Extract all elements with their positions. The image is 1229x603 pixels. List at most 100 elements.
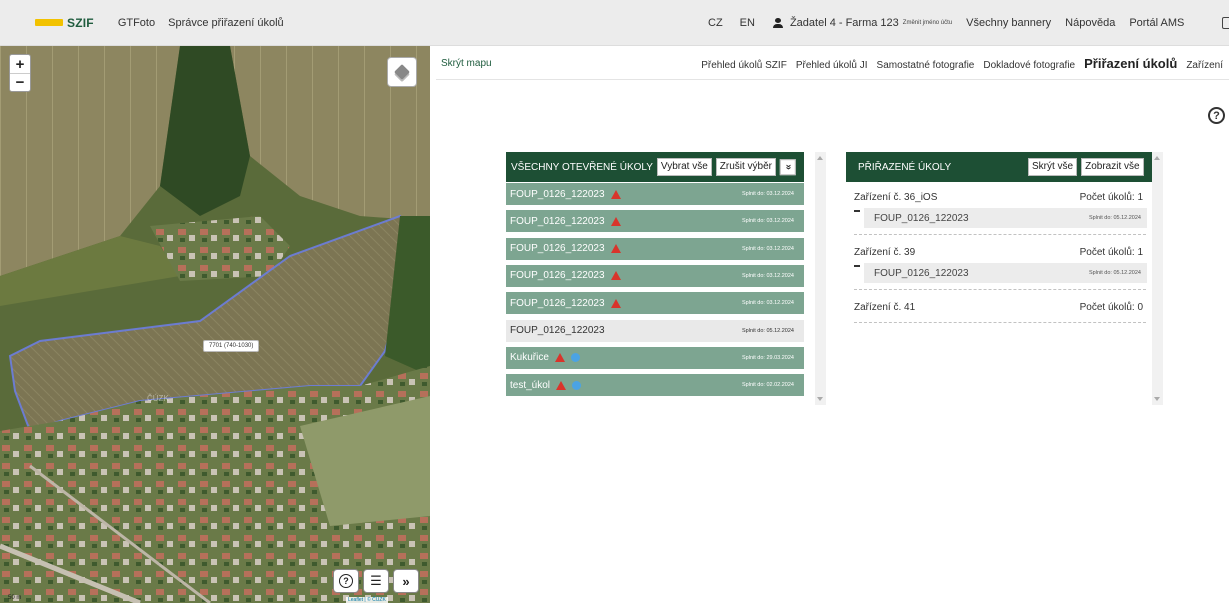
zoom-control: + − <box>9 54 31 92</box>
task-name: Kukuřice <box>510 352 549 364</box>
tab-task-assignment[interactable]: Přiřazení úkolů <box>1084 56 1177 71</box>
assigned-task-row[interactable]: FOUP_0126_122023 Splnit do: 05.12.2024 <box>864 263 1147 283</box>
scroll-up-icon[interactable] <box>817 156 823 160</box>
task-row[interactable]: FOUP_0126_122023 Splnit do: 03.12.2024 <box>506 183 804 205</box>
map-list-button[interactable]: ☰ <box>363 569 389 593</box>
map-controls: ? ☰ » <box>333 569 419 593</box>
map-help-button[interactable]: ? <box>333 569 359 593</box>
device-header[interactable]: Zařízení č. 41 Počet úkolů: 0 <box>854 302 1143 313</box>
help-link[interactable]: Nápověda <box>1065 17 1115 29</box>
tab-szif-tasks[interactable]: Přehled úkolů SZIF <box>701 60 787 71</box>
task-due-date: Splnit do: 29.03.2024 <box>742 354 794 361</box>
logo-bar-icon <box>35 19 63 26</box>
assigned-task-name: FOUP_0126_122023 <box>874 212 969 224</box>
lang-en[interactable]: EN <box>740 17 755 29</box>
nav-task-manager[interactable]: Správce přiřazení úkolů <box>168 17 284 29</box>
layers-icon <box>394 64 410 80</box>
device-separator <box>854 322 1146 323</box>
assigned-tasks-scrollbar[interactable] <box>1152 152 1163 405</box>
apps-icon[interactable] <box>1222 17 1229 29</box>
map-view[interactable] <box>0 46 430 603</box>
assigned-tasks-header: PŘIŘAZENÉ ÚKOLY Skrýt vše Zobrazit vše <box>846 152 1152 182</box>
map-watermark: ČÚZK <box>147 394 169 403</box>
task-name: FOUP_0126_122023 <box>510 270 605 282</box>
list-icon: ☰ <box>370 573 382 588</box>
hide-map-link[interactable]: Skrýt mapu <box>441 58 492 69</box>
task-name: FOUP_0126_122023 <box>510 215 605 227</box>
device-name: Zařízení č. 41 <box>854 302 916 313</box>
task-due-date: Splnit do: 03.12.2024 <box>742 245 794 252</box>
task-name: FOUP_0126_122023 <box>510 188 605 200</box>
layers-button[interactable] <box>387 57 417 87</box>
scroll-down-icon[interactable] <box>817 397 823 401</box>
sub-navigation: Přehled úkolů SZIF Přehled úkolů JI Samo… <box>701 56 1223 71</box>
scroll-up-icon[interactable] <box>1154 156 1160 160</box>
aerial-imagery <box>0 46 430 603</box>
task-name: test_úkol <box>510 379 551 391</box>
task-name: FOUP_0126_122023 <box>510 297 605 309</box>
open-tasks-title: VŠECHNY OTEVŘENÉ ÚKOLY <box>511 161 653 173</box>
warning-icon <box>554 353 565 363</box>
task-row[interactable]: test_úkol Splnit do: 02.02.2024 <box>506 374 804 397</box>
tab-standalone-photos[interactable]: Samostatné fotografie <box>877 60 975 71</box>
user-name: Žadatel 4 - Farma 123 <box>789 17 899 29</box>
device-task-count: Počet úkolů: 1 <box>1079 192 1143 203</box>
zoom-out-button[interactable]: − <box>10 73 30 91</box>
parcel-label[interactable]: 7701 (740-1030) <box>203 340 260 352</box>
device-header[interactable]: Zařízení č. 36_iOS Počet úkolů: 1 <box>854 192 1143 203</box>
tab-document-photos[interactable]: Dokladové fotografie <box>983 60 1075 71</box>
task-row[interactable]: FOUP_0126_122023 Splnit do: 05.12.2024 <box>506 319 804 342</box>
assigned-task-name: FOUP_0126_122023 <box>874 267 969 279</box>
device-name: Zařízení č. 39 <box>854 247 916 258</box>
device-task-count: Počet úkolů: 1 <box>1079 247 1143 258</box>
lang-cz[interactable]: CZ <box>708 17 723 29</box>
collapse-minus-icon[interactable] <box>854 210 860 212</box>
device-task-count: Počet úkolů: 0 <box>1079 302 1143 313</box>
device-separator <box>854 289 1146 290</box>
help-icon: ? <box>339 574 353 588</box>
task-row[interactable]: FOUP_0126_122023 Splnit do: 03.12.2024 <box>506 292 804 315</box>
open-tasks-header: VŠECHNY OTEVŘENÉ ÚKOLY Vybrat vše Zrušit… <box>506 152 804 182</box>
task-row[interactable]: FOUP_0126_122023 Splnit do: 03.12.2024 <box>506 264 804 287</box>
logo-text: SZIF <box>67 15 94 30</box>
task-row[interactable]: FOUP_0126_122023 Splnit do: 03.12.2024 <box>506 210 804 233</box>
device-name: Zařízení č. 36_iOS <box>854 192 938 203</box>
tab-ji-tasks[interactable]: Přehled úkolů JI <box>796 60 868 71</box>
info-icon[interactable] <box>572 380 582 390</box>
portal-ams-link[interactable]: Portál AMS <box>1129 17 1184 29</box>
task-name: FOUP_0126_122023 <box>510 325 605 336</box>
task-name: FOUP_0126_122023 <box>510 243 605 255</box>
assigned-tasks-title: PŘIŘAZENÉ ÚKOLY <box>858 161 952 173</box>
collapse-chevron-icon[interactable]: » <box>779 159 796 175</box>
assigned-task-row[interactable]: FOUP_0126_122023 Splnit do: 05.12.2024 <box>864 208 1147 228</box>
change-user-link[interactable]: Změnit jméno účtu <box>903 20 952 26</box>
tab-devices[interactable]: Zařízení <box>1186 60 1223 71</box>
szif-logo[interactable]: SZIF <box>35 16 94 30</box>
user-menu[interactable]: Žadatel 4 - Farma 123 Změnit jméno účtu <box>772 17 952 29</box>
info-icon[interactable] <box>570 353 580 363</box>
collapse-minus-icon[interactable] <box>854 265 860 267</box>
map-attribution[interactable]: Leaflet | © ČÚZK <box>346 597 388 603</box>
double-chevron-icon: » <box>402 573 410 589</box>
page-help-icon[interactable]: ? <box>1208 107 1225 124</box>
warning-icon <box>610 271 621 281</box>
show-all-button[interactable]: Zobrazit vše <box>1081 158 1144 176</box>
device-header[interactable]: Zařízení č. 39 Počet úkolů: 1 <box>854 247 1143 258</box>
task-due-date: Splnit do: 03.12.2024 <box>742 191 794 197</box>
task-row[interactable]: Kukuřice Splnit do: 29.03.2024 <box>506 346 804 369</box>
hide-all-button[interactable]: Skrýt vše <box>1028 158 1078 176</box>
all-banners-link[interactable]: Všechny bannery <box>966 17 1051 29</box>
warning-icon <box>610 189 621 199</box>
select-all-button[interactable]: Vybrat vše <box>656 158 712 176</box>
map-expand-button[interactable]: » <box>393 569 419 593</box>
task-row[interactable]: FOUP_0126_122023 Splnit do: 03.12.2024 <box>506 237 804 260</box>
scroll-down-icon[interactable] <box>1154 397 1160 401</box>
warning-icon <box>610 244 621 254</box>
warning-icon <box>556 380 567 390</box>
open-tasks-scrollbar[interactable] <box>815 152 826 405</box>
assigned-task-due-date: Splnit do: 05.12.2024 <box>1089 270 1141 276</box>
nav-gtfoto[interactable]: GTFoto <box>118 17 155 29</box>
warning-icon <box>610 298 621 308</box>
deselect-button[interactable]: Zrušit výběr <box>715 158 776 176</box>
zoom-in-button[interactable]: + <box>10 55 30 73</box>
